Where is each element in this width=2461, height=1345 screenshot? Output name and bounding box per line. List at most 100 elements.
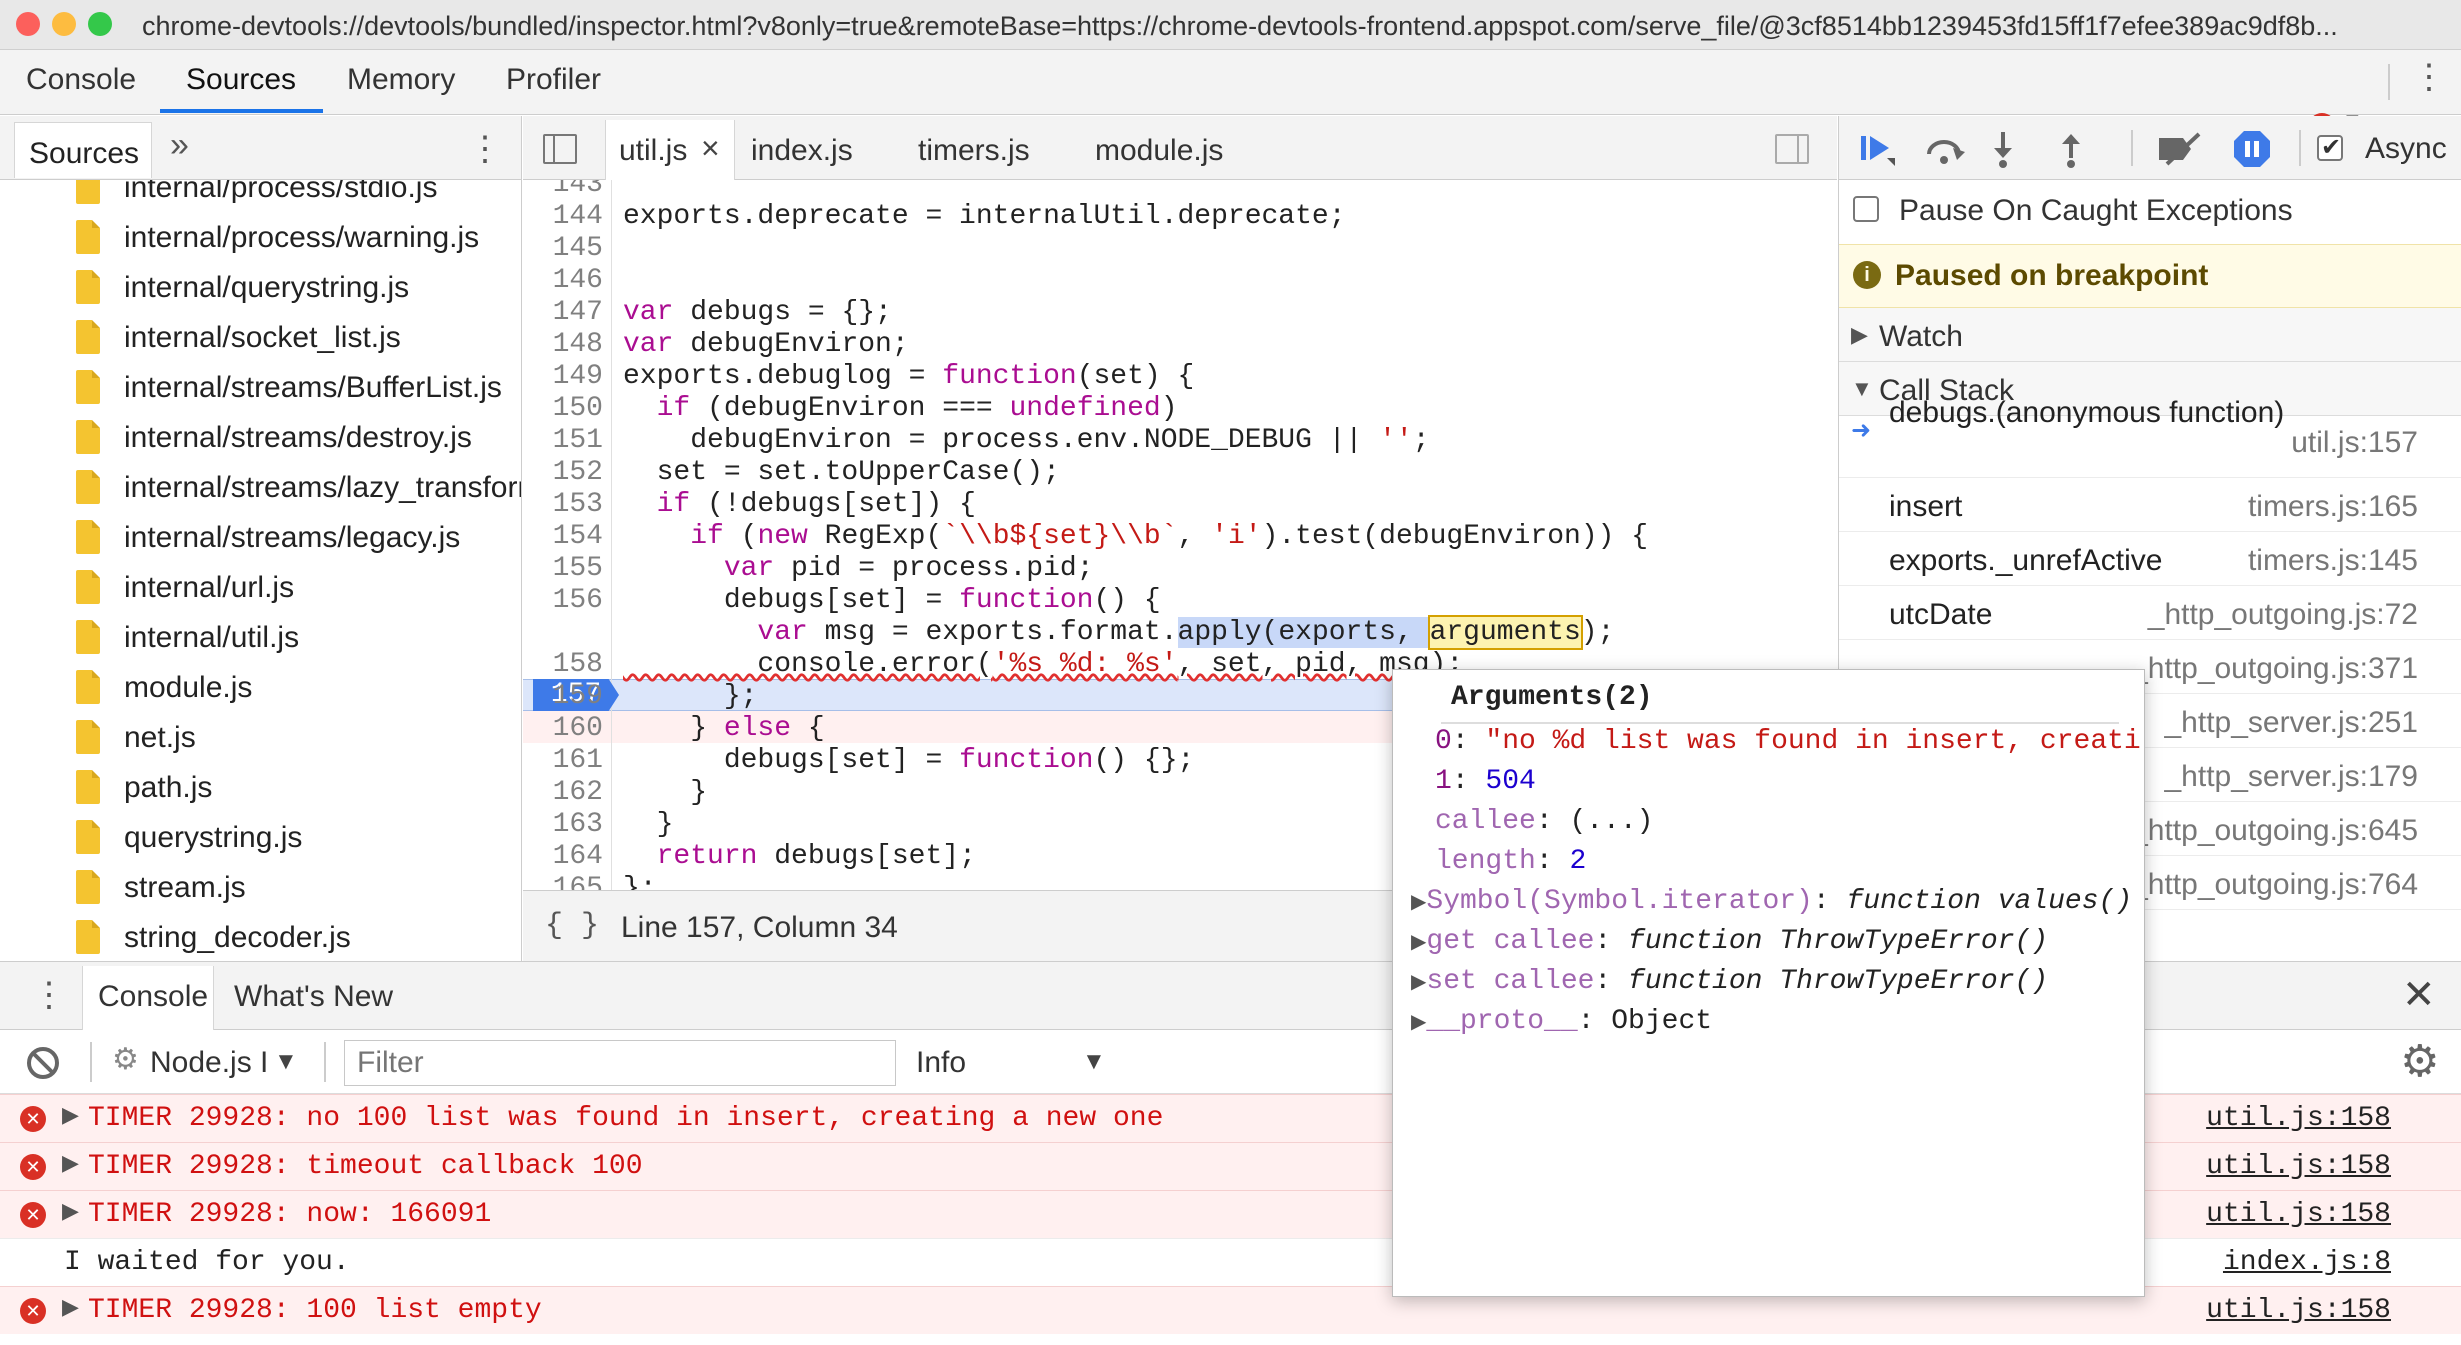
call-frame[interactable]: ➜ debugs.(anonymous function) util.js:157 [1839, 396, 2461, 478]
code-line[interactable]: 144 exports.deprecate = internalUtil.depr… [523, 201, 1837, 233]
tab-profiler[interactable]: Profiler [506, 63, 601, 97]
frame-location[interactable]: _http_outgoing.js:72 [2147, 598, 2418, 632]
pause-on-exceptions-icon[interactable] [2233, 130, 2271, 168]
line-number[interactable]: 150 [523, 393, 603, 424]
line-number[interactable]: 146 [523, 265, 603, 296]
frame-location[interactable]: timers.js:165 [2247, 490, 2418, 524]
code-line[interactable]: 156 debugs[set] = function() { [523, 585, 1837, 617]
file-tree-item[interactable]: internal/streams/BufferList.js [0, 362, 521, 412]
line-number[interactable]: 147 [523, 297, 603, 328]
line-number[interactable]: 156 [523, 585, 603, 616]
context-selector[interactable]: Node.js I [150, 1046, 268, 1080]
editor-tab-index[interactable]: index.js [751, 134, 853, 168]
code-line[interactable]: 148 var debugEnviron; [523, 329, 1837, 361]
expand-arrow-icon[interactable]: ▶ [62, 1295, 79, 1320]
code-line[interactable]: 155 var pid = process.pid; [523, 553, 1837, 585]
file-tree-item[interactable]: internal/process/stdio.js [0, 180, 521, 212]
line-number[interactable]: 143 [523, 180, 603, 200]
code-line[interactable]: 146 [523, 265, 1837, 297]
editor-tab-timers[interactable]: timers.js [918, 134, 1030, 168]
call-frame[interactable]: utcDate _http_outgoing.js:72 [1839, 586, 2461, 640]
editor-tab-util[interactable]: util.js [619, 134, 687, 168]
line-number[interactable]: 152 [523, 457, 603, 488]
code-line[interactable]: 149 exports.debuglog = function(set) { [523, 361, 1837, 393]
message-source-link[interactable]: index.js:8 [2223, 1247, 2391, 1278]
file-tree-item[interactable]: module.js [0, 662, 521, 712]
drawer-menu-icon[interactable]: ⋮ [32, 978, 66, 1012]
call-frame[interactable]: exports._unrefActive timers.js:145 [1839, 532, 2461, 586]
file-tree-item[interactable]: stream.js [0, 862, 521, 912]
prop-row-set-callee[interactable]: ▶set callee: function ThrowTypeError() [1411, 966, 2144, 1006]
message-source-link[interactable]: util.js:158 [2206, 1151, 2391, 1182]
line-number[interactable]: 162 [523, 777, 603, 808]
file-tree-item[interactable]: internal/process/warning.js [0, 212, 521, 262]
file-tree-item[interactable]: internal/socket_list.js [0, 312, 521, 362]
expand-arrow-icon[interactable]: ▶ [62, 1199, 79, 1224]
code-line[interactable]: 153 if (!debugs[set]) { [523, 489, 1837, 521]
close-window-button[interactable] [16, 12, 40, 36]
minimize-window-button[interactable] [52, 12, 76, 36]
expand-arrow-icon[interactable]: ▶ [62, 1151, 79, 1176]
frame-location[interactable]: timers.js:145 [2247, 544, 2418, 578]
file-tree-item[interactable]: internal/streams/lazy_transform.js [0, 462, 521, 512]
step-into-icon[interactable] [1989, 130, 2017, 168]
tab-memory[interactable]: Memory [347, 63, 455, 97]
file-tree-item[interactable]: internal/util.js [0, 612, 521, 662]
prop-row-iterator[interactable]: ▶Symbol(Symbol.iterator): function value… [1411, 886, 2144, 926]
line-number[interactable]: 149 [523, 361, 603, 392]
close-drawer-icon[interactable]: ✕ [2402, 972, 2436, 1018]
line-number[interactable]: 145 [523, 233, 603, 264]
file-tree-item[interactable]: internal/querystring.js [0, 262, 521, 312]
file-tree-item[interactable]: path.js [0, 762, 521, 812]
code-line[interactable]: 147 var debugs = {}; [523, 297, 1837, 329]
step-out-icon[interactable] [2057, 130, 2085, 168]
frame-location[interactable]: util.js:157 [2291, 426, 2418, 460]
line-number[interactable]: 163 [523, 809, 603, 840]
prop-row-0[interactable]: 0: "no %d list was found in insert, crea… [1435, 726, 2144, 766]
console-settings-icon[interactable]: ⚙ [2400, 1036, 2439, 1087]
line-number[interactable]: 151 [523, 425, 603, 456]
prop-row-callee[interactable]: callee: (...) [1435, 806, 2144, 846]
prop-row-1[interactable]: 1: 504 [1435, 766, 2144, 806]
editor-tab-module[interactable]: module.js [1095, 134, 1223, 168]
line-number[interactable]: 153 [523, 489, 603, 520]
file-tree-item[interactable]: internal/streams/destroy.js [0, 412, 521, 462]
frame-location[interactable]: _http_outgoing.js:371 [2131, 652, 2418, 686]
line-number[interactable]: 158 [523, 649, 603, 680]
drawer-tab-whats-new[interactable]: What's New [234, 980, 393, 1014]
log-level-selector[interactable]: Info [916, 1046, 966, 1080]
drawer-tab-console[interactable]: Console [98, 980, 208, 1014]
more-options-icon[interactable]: ⋮ [2412, 60, 2446, 94]
line-number[interactable]: 155 [523, 553, 603, 584]
dropdown-arrow-icon[interactable]: ▼ [274, 1048, 298, 1076]
file-tree-item[interactable]: internal/streams/legacy.js [0, 512, 521, 562]
line-number[interactable]: 144 [523, 201, 603, 232]
line-number[interactable]: 160 [523, 713, 603, 744]
code-line[interactable]: 152 set = set.toUpperCase(); [523, 457, 1837, 489]
code-line[interactable]: 151 debugEnviron = process.env.NODE_DEBU… [523, 425, 1837, 457]
watch-section[interactable]: ▶ Watch [1839, 308, 2461, 362]
line-number[interactable]: 165 [523, 873, 603, 890]
line-number[interactable]: 161 [523, 745, 603, 776]
call-frame[interactable]: insert timers.js:165 [1839, 478, 2461, 532]
close-tab-icon[interactable]: × [701, 130, 720, 167]
prop-row-get-callee[interactable]: ▶get callee: function ThrowTypeError() [1411, 926, 2144, 966]
message-source-link[interactable]: util.js:158 [2206, 1199, 2391, 1230]
clear-console-icon[interactable] [26, 1046, 60, 1080]
tab-sources[interactable]: Sources [186, 63, 296, 97]
line-number[interactable]: 154 [523, 521, 603, 552]
pretty-print-button[interactable]: { } [545, 909, 599, 943]
file-tree-item[interactable]: querystring.js [0, 812, 521, 862]
navigator-tab-sources[interactable]: Sources [14, 122, 152, 178]
code-line[interactable]: 143 [523, 180, 1837, 201]
code-line[interactable]: 150 if (debugEnviron === undefined) [523, 393, 1837, 425]
pause-caught-checkbox[interactable] [1853, 196, 1879, 222]
code-line[interactable]: 154 if (new RegExp(`\\b${set}\\b`, 'i').… [523, 521, 1837, 553]
code-line[interactable]: 145 [523, 233, 1837, 265]
step-over-icon[interactable] [1923, 134, 1967, 164]
dropdown-arrow-icon[interactable]: ▼ [1082, 1048, 1106, 1076]
line-number[interactable]: 164 [523, 841, 603, 872]
expand-arrow-icon[interactable]: ▶ [62, 1103, 79, 1128]
message-source-link[interactable]: util.js:158 [2206, 1103, 2391, 1134]
line-number[interactable]: 148 [523, 329, 603, 360]
